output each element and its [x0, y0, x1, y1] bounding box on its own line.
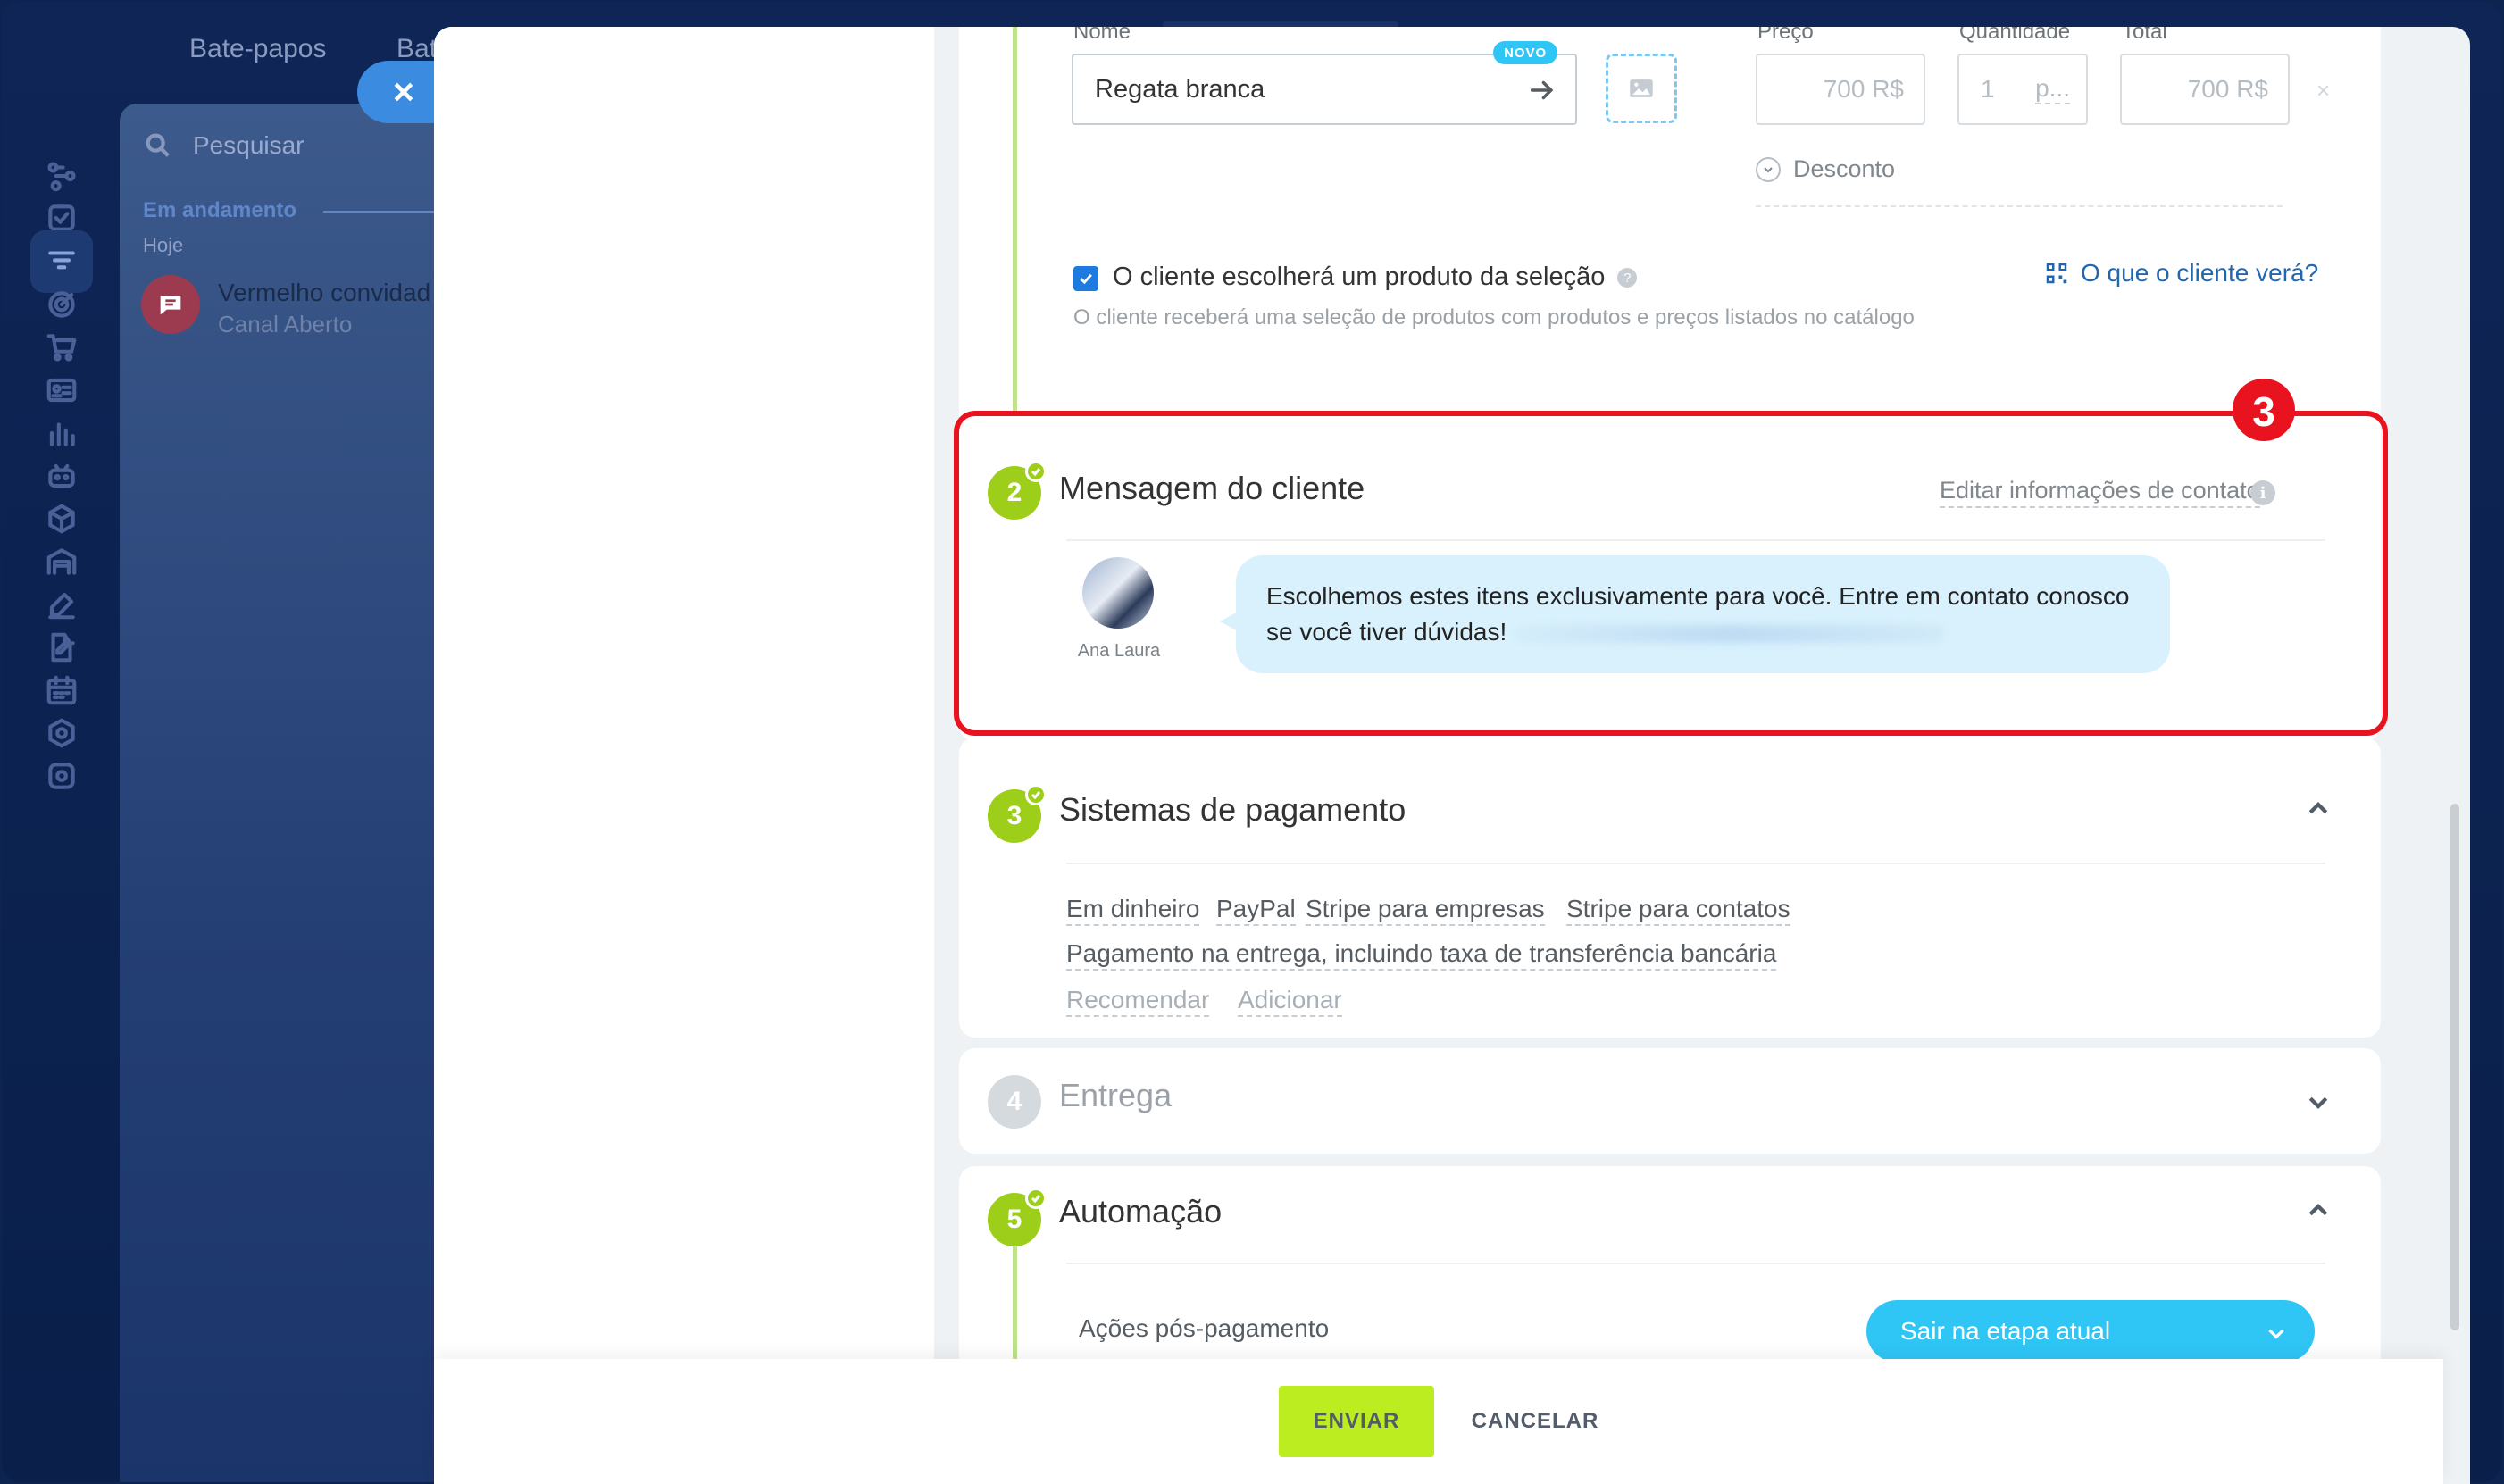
checkbox-label-text: O cliente escolherá um produto da seleçã… — [1113, 263, 1606, 291]
add-payment-link[interactable]: Adicionar — [1238, 986, 1342, 1017]
image-upload-button[interactable] — [1606, 54, 1677, 123]
arrow-right-icon — [1530, 80, 1554, 100]
step-3-badge: 3 — [988, 784, 1047, 843]
collapse-automation-button[interactable] — [2300, 1193, 2336, 1229]
image-icon — [1630, 79, 1653, 97]
total-label: Total — [2122, 27, 2167, 44]
qr-code-icon — [2046, 263, 2067, 284]
step-4-badge: 4 — [988, 1075, 1041, 1129]
payment-divider — [1066, 863, 2325, 864]
delivery-section-title: Entrega — [1059, 1077, 1173, 1113]
step-2-number: 2 — [1006, 478, 1022, 507]
scrollbar[interactable] — [2450, 804, 2459, 1330]
select-product-checkbox[interactable] — [1073, 266, 1098, 291]
payment-method-stripe-contacts[interactable]: Stripe para contatos — [1566, 895, 1790, 926]
chat-title: Vermelho convidad — [218, 279, 431, 306]
quantity-unit[interactable]: p... — [2035, 74, 2070, 104]
discount-divider — [1756, 205, 2283, 207]
help-icon[interactable]: ? — [1617, 268, 1638, 288]
slider-left-area — [434, 27, 934, 1484]
cancel-button[interactable]: CANCELAR — [1457, 1386, 1613, 1457]
send-button[interactable]: ENVIAR — [1279, 1386, 1434, 1457]
form-footer — [434, 1359, 2443, 1484]
tab-second[interactable]: Bat — [396, 34, 437, 64]
discount-label: Desconto — [1793, 155, 1896, 182]
new-badge: NOVO — [1493, 41, 1558, 64]
day-label: Hoje — [143, 234, 184, 256]
search-placeholder: Pesquisar — [193, 131, 305, 159]
gear-box-icon[interactable] — [30, 745, 93, 807]
what-client-sees-link[interactable]: O que o cliente verá? — [2043, 259, 2318, 288]
check-icon — [1025, 1188, 1047, 1209]
payment-method-cash[interactable]: Em dinheiro — [1066, 895, 1200, 926]
chat-list-item[interactable]: Vermelho convidad Canal Aberto — [141, 275, 430, 338]
section-divider — [323, 211, 448, 213]
chat-subtitle: Canal Aberto — [218, 311, 353, 338]
message-divider — [1066, 539, 2325, 541]
chevron-down-icon — [2268, 1329, 2284, 1339]
check-icon — [1025, 784, 1047, 805]
chat-bubble-icon — [160, 296, 181, 315]
post-payment-select[interactable]: Sair na etapa atual — [1866, 1300, 2315, 1363]
chevron-up-icon — [2308, 1203, 2328, 1216]
agent-name: Ana Laura — [1077, 641, 1161, 661]
close-slider-button[interactable] — [357, 61, 443, 123]
message-bubble[interactable]: Escolhemos estes itens exclusivamente pa… — [1236, 555, 2170, 673]
total-input: 700 R$ — [2120, 54, 2290, 125]
expand-delivery-button[interactable] — [2300, 1084, 2336, 1120]
check-icon — [1080, 273, 1092, 285]
message-section-title: Mensagem do cliente — [1059, 470, 1365, 506]
quantity-label: Quantidade — [1959, 27, 2071, 44]
order-form-slider: Nome Regata branca NOVO Preço 700 R$ Qua… — [434, 27, 2470, 1484]
chat-avatar — [141, 275, 200, 334]
chat-list-panel: Pesquisar Em andamento Hoje Vermelho con… — [120, 104, 448, 1482]
close-icon — [394, 82, 413, 102]
automation-divider — [1066, 1263, 2325, 1264]
step-5-badge: 5 — [988, 1188, 1047, 1246]
payment-method-stripe-business[interactable]: Stripe para empresas — [1306, 895, 1545, 926]
left-icon-rail — [2, 100, 121, 1482]
tab-chats[interactable]: Bate-papos — [189, 34, 326, 64]
collapse-payment-button[interactable] — [2300, 791, 2336, 827]
price-label: Preço — [1757, 27, 1814, 44]
quantity-input[interactable]: 1 p... — [1957, 54, 2088, 125]
payment-section-title: Sistemas de pagamento — [1059, 791, 1406, 828]
recommend-link[interactable]: Recomendar — [1066, 986, 1210, 1017]
chevron-down-icon — [1756, 156, 1781, 182]
discount-toggle[interactable]: Desconto — [1756, 155, 1895, 183]
chat-search[interactable]: Pesquisar — [143, 130, 305, 161]
blurred-text — [1515, 624, 1945, 643]
checkbox-description: O cliente receberá uma seleção de produt… — [1073, 305, 1915, 329]
post-payment-value: Sair na etapa atual — [1900, 1317, 2111, 1345]
chevron-up-icon — [2308, 801, 2328, 814]
checkbox-label: O cliente escolherá um produto da seleçã… — [1113, 263, 1638, 292]
payment-method-paypal[interactable]: PayPal — [1216, 895, 1296, 926]
delivery-card[interactable] — [959, 1048, 2381, 1154]
name-label: Nome — [1073, 27, 1131, 44]
section-in-progress: Em andamento — [143, 198, 297, 222]
step-3-number: 3 — [1006, 801, 1022, 830]
search-icon — [146, 133, 170, 157]
step-2-badge: 2 — [988, 461, 1047, 520]
payment-method-cod[interactable]: Pagamento na entrega, incluindo taxa de … — [1066, 939, 1777, 971]
edit-contact-link[interactable]: Editar informações de contato — [1940, 477, 2260, 508]
step-5-number: 5 — [1006, 1205, 1022, 1234]
what-client-sees-text: O que o cliente verá? — [2081, 259, 2319, 287]
check-icon — [1025, 461, 1047, 482]
price-input[interactable]: 700 R$ — [1756, 54, 1925, 125]
product-name-value: Regata branca — [1095, 74, 1265, 104]
remove-product-icon[interactable]: × — [2316, 77, 2330, 104]
callout-number-badge: 3 — [2233, 379, 2295, 441]
automation-section-title: Automação — [1059, 1193, 1223, 1230]
quantity-value: 1 — [1981, 75, 1995, 103]
info-icon[interactable]: i — [2250, 480, 2275, 505]
post-payment-label: Ações pós-pagamento — [1079, 1314, 1330, 1342]
chevron-down-icon — [2308, 1096, 2328, 1110]
agent-avatar — [1082, 557, 1154, 629]
product-name-input[interactable]: Regata branca — [1072, 54, 1577, 125]
